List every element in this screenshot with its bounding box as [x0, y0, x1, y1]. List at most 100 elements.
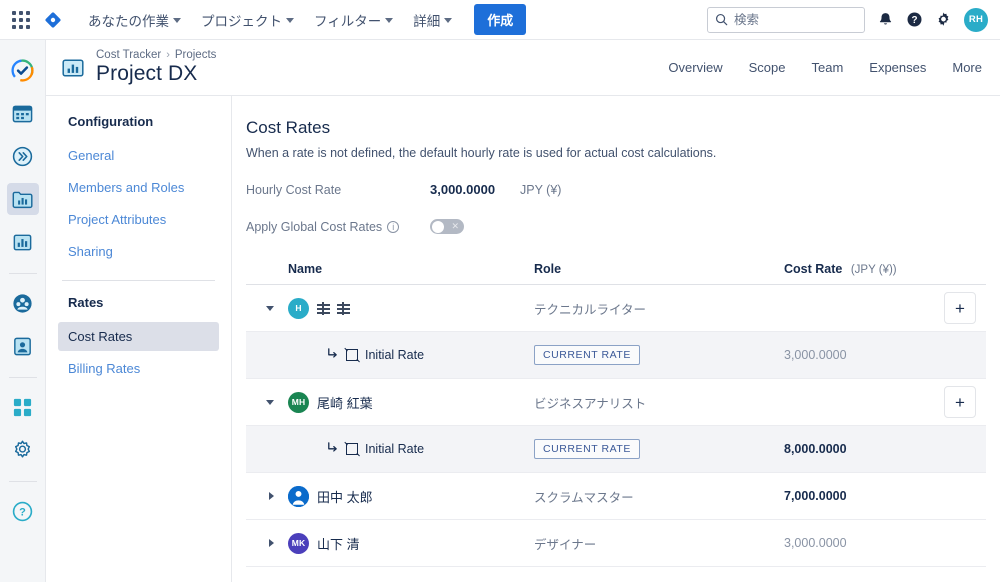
- rate-label: Initial Rate: [365, 442, 425, 456]
- person-name: 尾崎 紅葉: [317, 395, 373, 411]
- row-actions: +: [934, 386, 986, 418]
- help-circle-icon[interactable]: ?: [906, 11, 923, 28]
- person-name: 山下 清: [317, 536, 360, 552]
- breadcrumb-parent[interactable]: Projects: [175, 49, 217, 61]
- row-role: CURRENT RATE: [534, 439, 784, 459]
- top-bar-actions: ? RH: [707, 6, 988, 33]
- apply-global-cost-rates-toggle[interactable]: ✕: [430, 219, 464, 234]
- main-content: Cost Rates When a rate is not defined, t…: [232, 96, 1000, 582]
- settings-sidebar: Configuration General Members and Roles …: [46, 96, 232, 582]
- row-cost-rate: 3,000.0000: [784, 536, 847, 550]
- nav-item-label: あなたの作業: [88, 13, 169, 29]
- rail-divider: [8, 273, 37, 274]
- brand-diamond-icon[interactable]: [44, 11, 62, 29]
- breadcrumb-separator: ›: [166, 49, 170, 61]
- table-header-name: Name: [288, 262, 323, 276]
- sidebar-item-sharing[interactable]: Sharing: [58, 237, 219, 266]
- row-name-cell: H: [288, 297, 534, 319]
- svg-text:?: ?: [911, 15, 917, 26]
- info-icon[interactable]: i: [387, 220, 400, 233]
- row-expand-toggle[interactable]: [246, 305, 288, 311]
- table-row: Initial Rate CURRENT RATE 8,000.0000: [246, 426, 986, 473]
- avatar[interactable]: [288, 485, 309, 507]
- hourly-cost-rate-label: Hourly Cost Rate: [246, 182, 342, 197]
- sidebar-group-configuration: Configuration: [68, 114, 154, 129]
- sidebar-item-cost-rates[interactable]: Cost Rates: [58, 322, 219, 351]
- rail-item-gear[interactable]: [7, 434, 39, 466]
- close-icon: ✕: [451, 221, 459, 231]
- rail-item-help-circle[interactable]: ?: [7, 495, 39, 527]
- row-cost-rate: 7,000.0000: [784, 489, 847, 503]
- create-button[interactable]: 作成: [474, 4, 527, 35]
- left-icon-rail: ?: [0, 40, 46, 582]
- tab-scope[interactable]: Scope: [749, 60, 786, 75]
- row-cost-rate: 8,000.0000: [784, 442, 847, 456]
- avatar-initials: MH: [291, 397, 306, 407]
- primary-nav: あなたの作業 プロジェクト フィルター 詳細 作成: [80, 4, 527, 36]
- avatar[interactable]: MK: [288, 532, 309, 554]
- row-name-cell: 田中 太郎: [288, 485, 534, 507]
- row-expand-toggle[interactable]: [246, 492, 288, 500]
- table-header-role: Role: [534, 262, 562, 276]
- missing-glyph-box-icon: [317, 301, 330, 315]
- hourly-cost-rate-row: Hourly Cost Rate 3,000.0000 JPY (¥): [246, 182, 984, 197]
- status-badge[interactable]: CURRENT RATE: [534, 439, 640, 459]
- chevron-down-icon: [173, 18, 181, 23]
- apply-global-cost-rates-text: Apply Global Cost Rates: [246, 219, 383, 234]
- rail-item-folder-chart[interactable]: [6, 183, 39, 215]
- rail-item-grid-apps[interactable]: [7, 391, 39, 423]
- tab-more[interactable]: More: [952, 60, 982, 75]
- table-row: MK 山下 清 デザイナー 3,000.0000: [246, 520, 986, 567]
- sidebar-item-general[interactable]: General: [58, 141, 219, 170]
- rail-item-chevron-double-right[interactable]: [7, 140, 39, 172]
- sidebar-item-billing-rates[interactable]: Billing Rates: [58, 354, 219, 383]
- app-root: あなたの作業 プロジェクト フィルター 詳細 作成 検索 ? RH ? Cost…: [0, 0, 1000, 582]
- nav-item-your-work[interactable]: あなたの作業: [80, 4, 189, 36]
- tab-team[interactable]: Team: [811, 60, 843, 75]
- gear-icon[interactable]: [935, 11, 952, 28]
- sidebar-group-rates: Rates: [68, 295, 104, 310]
- row-name-cell: Initial Rate: [288, 347, 534, 363]
- sidebar-item-members-and-roles[interactable]: Members and Roles: [58, 173, 219, 202]
- rail-item-people-group[interactable]: [7, 287, 39, 319]
- table-header-cost-rate-unit: (JPY (¥)): [850, 264, 897, 276]
- table-header-cost-rate-text: Cost Rate: [784, 262, 843, 276]
- row-name-cell: Initial Rate: [288, 441, 534, 457]
- add-rate-button[interactable]: +: [944, 386, 976, 418]
- page-title: Project DX: [96, 62, 198, 85]
- top-navigation-bar: あなたの作業 プロジェクト フィルター 詳細 作成 検索 ? RH: [0, 0, 1000, 40]
- tab-overview[interactable]: Overview: [668, 60, 722, 75]
- person-name-unrenderable: [317, 301, 350, 315]
- chevron-right-icon: [269, 492, 274, 500]
- tab-expenses[interactable]: Expenses: [869, 60, 926, 75]
- avatar[interactable]: H: [288, 297, 309, 319]
- avatar-initials: H: [295, 303, 302, 313]
- nav-item-more[interactable]: 詳細: [405, 4, 460, 36]
- sidebar-item-project-attributes[interactable]: Project Attributes: [58, 205, 219, 234]
- search-box[interactable]: [707, 6, 865, 33]
- nav-item-projects[interactable]: プロジェクト: [193, 4, 302, 36]
- row-actions: +: [934, 292, 986, 324]
- rail-item-jira-check-logo[interactable]: [7, 54, 39, 86]
- row-role: CURRENT RATE: [534, 345, 784, 365]
- app-switcher-icon[interactable]: [10, 9, 32, 31]
- rail-item-person-card[interactable]: [7, 330, 39, 362]
- row-role: ビジネスアナリスト: [534, 396, 647, 411]
- status-badge[interactable]: CURRENT RATE: [534, 345, 640, 365]
- rate-label: Initial Rate: [365, 348, 425, 362]
- breadcrumb-root[interactable]: Cost Tracker: [96, 49, 161, 61]
- sidebar-divider: [62, 280, 215, 281]
- avatar[interactable]: RH: [964, 7, 988, 32]
- rail-item-bar-chart[interactable]: [7, 226, 39, 258]
- avatar[interactable]: MH: [288, 391, 309, 413]
- nav-item-filters[interactable]: フィルター: [306, 4, 401, 36]
- row-expand-toggle[interactable]: [246, 399, 288, 405]
- search-input[interactable]: [734, 12, 844, 27]
- page-header: Cost Tracker › Projects Project DX Overv…: [46, 40, 1000, 96]
- rail-item-calendar[interactable]: [7, 97, 39, 129]
- row-expand-toggle[interactable]: [246, 539, 288, 547]
- page-header-tabs: Overview Scope Team Expenses More: [668, 60, 982, 75]
- breadcrumb: Cost Tracker › Projects: [96, 49, 216, 61]
- notifications-bell-icon[interactable]: [877, 11, 894, 28]
- add-rate-button[interactable]: +: [944, 292, 976, 324]
